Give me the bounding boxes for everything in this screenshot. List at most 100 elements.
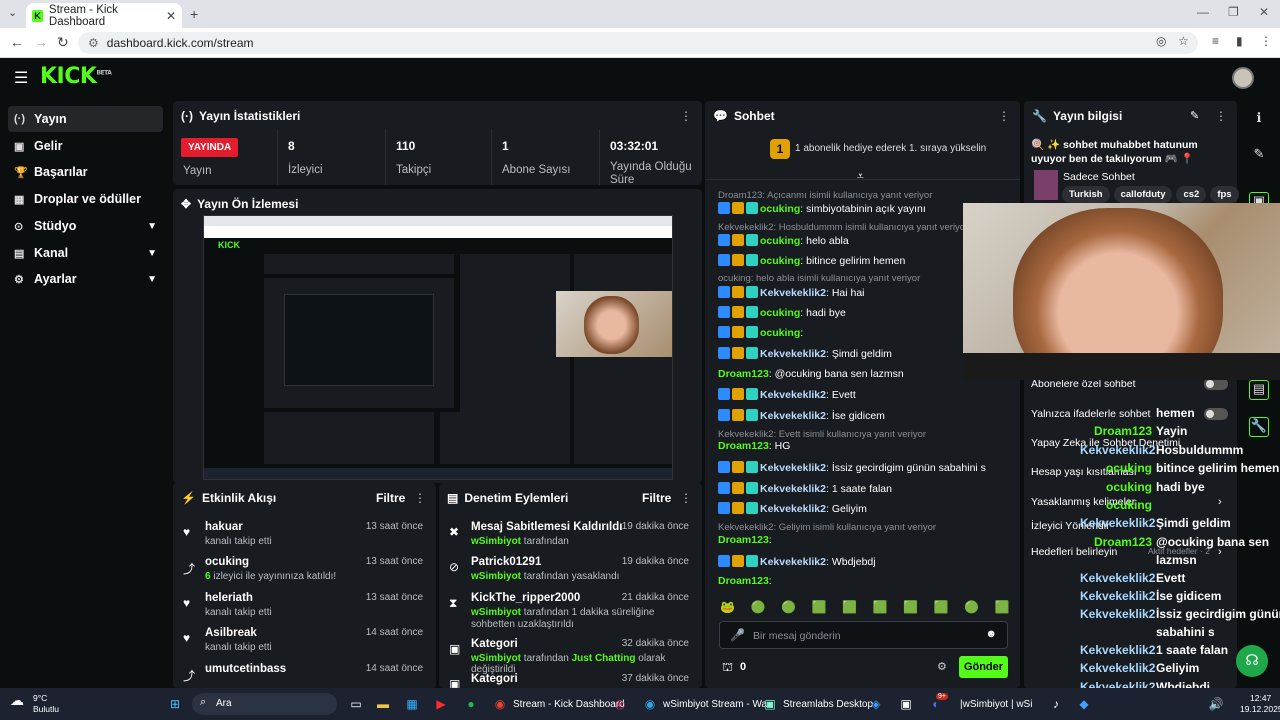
chat-username[interactable]: ocuking [760, 255, 800, 267]
bookmark-star-icon[interactable]: ☆ [1178, 34, 1189, 48]
tag[interactable]: Turkish [1062, 186, 1110, 203]
taskbar-app-label[interactable]: wSimbiyot Stream - Wa [663, 699, 767, 710]
send-button[interactable]: Gönder [959, 656, 1008, 678]
youtube-icon[interactable]: ▶ [431, 694, 451, 714]
more-menu-icon[interactable]: ⋮ [998, 109, 1010, 123]
forward-icon[interactable]: → [34, 34, 48, 50]
activity-filter-button[interactable]: Filtre [376, 491, 405, 505]
chat-username[interactable]: Kekvekeklik2 [760, 462, 826, 474]
chevron-right-icon[interactable]: › [1218, 496, 1222, 508]
category-name[interactable]: Sadece Sohbet [1063, 171, 1135, 183]
minimize-icon[interactable]: — [1197, 5, 1209, 19]
close-tab-icon[interactable]: ✕ [166, 9, 176, 23]
chat-username[interactable]: Droam123 [718, 368, 769, 380]
sidebar-item-droplar[interactable]: ▦ Droplar ve ödüller [8, 186, 163, 212]
gift-leaderboard-text[interactable]: 1 abonelik hediye ederek 1. sıraya yükse… [795, 143, 986, 154]
task-view-icon[interactable]: ▭ [346, 694, 366, 714]
outlook-icon[interactable]: ◈ [866, 694, 886, 714]
tag[interactable]: fps [1210, 186, 1239, 203]
site-info-icon[interactable]: ⚙ [88, 36, 99, 50]
sidebar-item-kanal[interactable]: ▤ Kanal ▼ [8, 240, 163, 266]
reload-icon[interactable]: ↻ [57, 34, 69, 51]
sidebar-item-studyo[interactable]: ⊙ Stüdyo ▼ [8, 213, 163, 239]
chat-username[interactable]: Droam123 [718, 440, 769, 452]
chat-username[interactable]: ocuking [760, 203, 800, 215]
chat-username[interactable]: ocuking [760, 307, 800, 319]
chat-username[interactable]: Kekvekeklik2 [760, 410, 826, 422]
chat-username[interactable]: Droam123 [718, 534, 769, 546]
emote-icon[interactable]: 🟩 [934, 600, 949, 616]
chat-username[interactable]: Droam123 [718, 575, 769, 587]
close-window-icon[interactable]: ✕ [1259, 5, 1269, 19]
chat-settings-gear-icon[interactable]: ⚙ [937, 660, 947, 673]
eye-off-icon[interactable]: ◎ [1156, 34, 1166, 48]
tiktok-icon[interactable]: ♪ [1046, 694, 1066, 714]
points-icon[interactable]: ⛫ [722, 660, 733, 676]
more-menu-icon[interactable]: ⋮ [1215, 109, 1227, 123]
taskbar-search[interactable]: ⌕ Ara [192, 693, 337, 715]
edit-pencil-icon[interactable]: ✎ [1190, 109, 1199, 122]
emote-icon[interactable]: 🟩 [995, 600, 1010, 616]
chrome-icon[interactable]: ◉ [490, 694, 510, 714]
kick-logo[interactable]: KICKBETA [40, 64, 112, 89]
windows-start-icon[interactable]: ⊞ [165, 694, 185, 714]
restore-icon[interactable]: ❐ [1228, 5, 1239, 19]
sidebar-item-ayarlar[interactable]: ⚙ Ayarlar ▼ [8, 266, 163, 292]
info-icon[interactable]: ℹ [1249, 110, 1269, 130]
taskbar-app-label[interactable]: |wSimbiyot | wSi [960, 699, 1032, 710]
wrench-icon[interactable]: 🔧 [1249, 417, 1269, 437]
tag[interactable]: cs2 [1176, 186, 1207, 203]
chat-username[interactable]: Kekvekeklik2 [760, 348, 826, 360]
tab-search-icon[interactable]: ⌄ [8, 6, 17, 19]
user-avatar[interactable] [1232, 67, 1254, 89]
more-menu-icon[interactable]: ⋮ [680, 491, 692, 505]
moderation-filter-button[interactable]: Filtre [642, 491, 671, 505]
new-tab-icon[interactable]: + [190, 6, 198, 22]
app-icon[interactable]: ▣ [896, 694, 916, 714]
sidebar-item-yayin[interactable]: (·) Yayın [8, 106, 163, 132]
microphone-icon[interactable]: 🎤 [730, 628, 745, 642]
chat-username[interactable]: Kekvekeklik2 [760, 287, 826, 299]
chat-username[interactable]: ocuking [760, 327, 800, 339]
streamlabs-icon[interactable]: ▣ [760, 694, 780, 714]
more-menu-icon[interactable]: ⋮ [414, 491, 426, 505]
browser-menu-icon[interactable]: ⋮ [1260, 34, 1272, 48]
emote-icon[interactable]: 🐸 [720, 600, 735, 616]
chat-username[interactable]: Kekvekeklik2 [760, 389, 826, 401]
pinned-expand-icon[interactable]: ⩡ [857, 169, 864, 184]
headset-support-icon[interactable]: ☊ [1236, 645, 1268, 677]
more-menu-icon[interactable]: ⋮ [680, 109, 692, 123]
taskbar-app-label[interactable]: Streamlabs Desktop [783, 699, 873, 710]
chat-input[interactable]: 🎤 Bir mesaj gönderin ☻ [719, 621, 1008, 649]
app-icon[interactable]: ◆ [1074, 694, 1094, 714]
emote-icon[interactable]: 🟩 [903, 600, 918, 616]
chat-username[interactable]: Kekvekeklik2 [760, 556, 826, 568]
edit-icon[interactable]: ✎ [1249, 146, 1269, 166]
emote-icon[interactable]: 🟩 [812, 600, 827, 616]
emote-only-toggle[interactable] [1204, 408, 1228, 420]
sidebar-item-basarilar[interactable]: 🏆 Başarılar [8, 159, 163, 185]
file-explorer-icon[interactable]: ▬ [373, 694, 393, 714]
emoji-picker-icon[interactable]: ☻ [985, 628, 997, 640]
spotify-icon[interactable]: ● [461, 694, 481, 714]
taskbar-app-label[interactable]: Stream - Kick Dashboard [513, 699, 625, 710]
sidebar-item-gelir[interactable]: ▣ Gelir [8, 133, 163, 159]
stream-preview-video[interactable]: KICK [203, 215, 673, 480]
emote-icon[interactable]: 🟩 [873, 600, 888, 616]
dashboard-icon[interactable]: ▤ [1249, 380, 1269, 400]
emote-icon[interactable]: 🟩 [842, 600, 857, 616]
store-icon[interactable]: ▦ [402, 694, 422, 714]
emote-icon[interactable]: 🟢 [781, 600, 796, 616]
reading-list-icon[interactable]: ≡ [1212, 34, 1219, 48]
volume-icon[interactable]: 🔊 [1206, 694, 1226, 714]
hamburger-menu-icon[interactable]: ☰ [14, 68, 28, 88]
chat-username[interactable]: Kekvekeklik2 [760, 483, 826, 495]
edge-icon[interactable]: ◉ [640, 694, 660, 714]
extension-icon[interactable]: ▮ [1236, 34, 1243, 48]
back-icon[interactable]: ← [10, 34, 24, 50]
chat-username[interactable]: Kekvekeklik2 [760, 503, 826, 515]
emote-icon[interactable]: 🟢 [964, 600, 979, 616]
browser-tab[interactable]: K Stream - Kick Dashboard ✕ [26, 3, 182, 28]
tag[interactable]: callofduty [1113, 186, 1173, 203]
instagram-icon[interactable]: ◎ [610, 694, 630, 714]
